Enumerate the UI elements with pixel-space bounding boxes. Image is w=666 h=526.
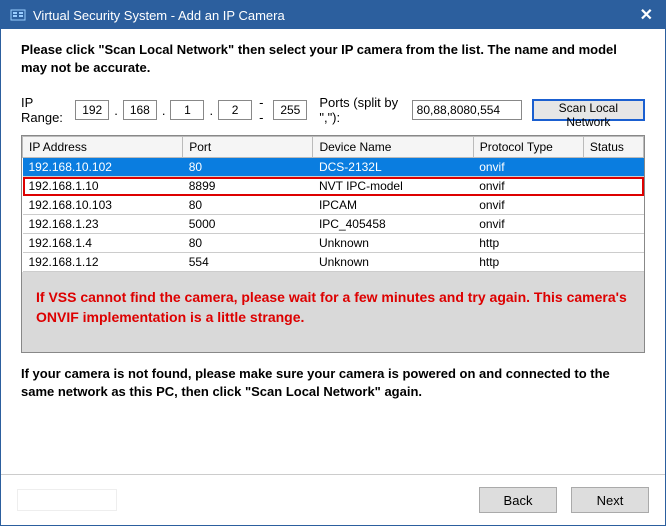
content-area: Please click "Scan Local Network" then s…: [1, 29, 665, 474]
cell-device: IPCAM: [313, 196, 473, 215]
close-icon[interactable]: ✕: [636, 5, 657, 25]
table-header-row: IP Address Port Device Name Protocol Typ…: [23, 137, 644, 158]
cell-ip: 192.168.1.12: [23, 253, 183, 272]
cell-port: 554: [183, 253, 313, 272]
ip-dash: --: [256, 95, 269, 125]
window-title: Virtual Security System - Add an IP Came…: [33, 8, 636, 23]
not-found-text: If your camera is not found, please make…: [21, 365, 645, 401]
col-protocol[interactable]: Protocol Type: [473, 137, 583, 158]
cell-device: Unknown: [313, 253, 473, 272]
ip-octet-2[interactable]: [123, 100, 157, 120]
table-body: 192.168.10.10280DCS-2132Lonvif192.168.1.…: [23, 158, 644, 272]
cell-protocol: http: [473, 253, 583, 272]
next-button[interactable]: Next: [571, 487, 649, 513]
cell-device: IPC_405458: [313, 215, 473, 234]
hint-area: If VSS cannot find the camera, please wa…: [22, 272, 644, 351]
camera-table-wrap: IP Address Port Device Name Protocol Typ…: [21, 135, 645, 352]
ip-octet-4[interactable]: [218, 100, 252, 120]
instruction-text: Please click "Scan Local Network" then s…: [21, 41, 645, 77]
cell-protocol: onvif: [473, 196, 583, 215]
cell-port: 80: [183, 158, 313, 177]
cell-ip: 192.168.1.10: [23, 177, 183, 196]
ip-dot: .: [113, 103, 119, 118]
scan-local-network-button[interactable]: Scan Local Network: [532, 99, 645, 121]
ip-range-row: IP Range: . . . -- Ports (split by ","):…: [21, 95, 645, 125]
cell-port: 80: [183, 196, 313, 215]
ip-dot: .: [208, 103, 214, 118]
table-row[interactable]: 192.168.1.235000IPC_405458onvif: [23, 215, 644, 234]
cell-status: [583, 215, 643, 234]
ports-input[interactable]: [412, 100, 522, 120]
cell-status: [583, 196, 643, 215]
col-device[interactable]: Device Name: [313, 137, 473, 158]
col-port[interactable]: Port: [183, 137, 313, 158]
dialog-window: Virtual Security System - Add an IP Came…: [0, 0, 666, 526]
cell-protocol: onvif: [473, 158, 583, 177]
table-row[interactable]: 192.168.10.10380IPCAMonvif: [23, 196, 644, 215]
ports-label: Ports (split by ","):: [319, 95, 405, 125]
camera-table: IP Address Port Device Name Protocol Typ…: [22, 136, 644, 272]
cell-ip: 192.168.10.102: [23, 158, 183, 177]
cell-ip: 192.168.1.4: [23, 234, 183, 253]
col-status[interactable]: Status: [583, 137, 643, 158]
table-row[interactable]: 192.168.1.12554Unknownhttp: [23, 253, 644, 272]
cell-status: [583, 234, 643, 253]
col-ip[interactable]: IP Address: [23, 137, 183, 158]
cell-device: Unknown: [313, 234, 473, 253]
ip-octet-3[interactable]: [170, 100, 204, 120]
ip-octet-5[interactable]: [273, 100, 307, 120]
cell-protocol: http: [473, 234, 583, 253]
cell-port: 5000: [183, 215, 313, 234]
table-row[interactable]: 192.168.10.10280DCS-2132Lonvif: [23, 158, 644, 177]
titlebar: Virtual Security System - Add an IP Came…: [1, 1, 665, 29]
cell-ip: 192.168.1.23: [23, 215, 183, 234]
cell-port: 80: [183, 234, 313, 253]
cell-status: [583, 253, 643, 272]
cell-protocol: onvif: [473, 177, 583, 196]
back-button[interactable]: Back: [479, 487, 557, 513]
cell-device: DCS-2132L: [313, 158, 473, 177]
cell-status: [583, 158, 643, 177]
footer: Back Next: [1, 474, 665, 525]
ip-dot: .: [161, 103, 167, 118]
footer-placeholder: [17, 489, 117, 511]
cell-device: NVT IPC-model: [313, 177, 473, 196]
app-icon: [9, 6, 27, 24]
table-row[interactable]: 192.168.1.480Unknownhttp: [23, 234, 644, 253]
ip-octet-1[interactable]: [75, 100, 109, 120]
cell-status: [583, 177, 643, 196]
cell-port: 8899: [183, 177, 313, 196]
table-row[interactable]: 192.168.1.108899NVT IPC-modelonvif: [23, 177, 644, 196]
ip-range-label: IP Range:: [21, 95, 69, 125]
hint-text: If VSS cannot find the camera, please wa…: [36, 288, 630, 327]
cell-ip: 192.168.10.103: [23, 196, 183, 215]
cell-protocol: onvif: [473, 215, 583, 234]
